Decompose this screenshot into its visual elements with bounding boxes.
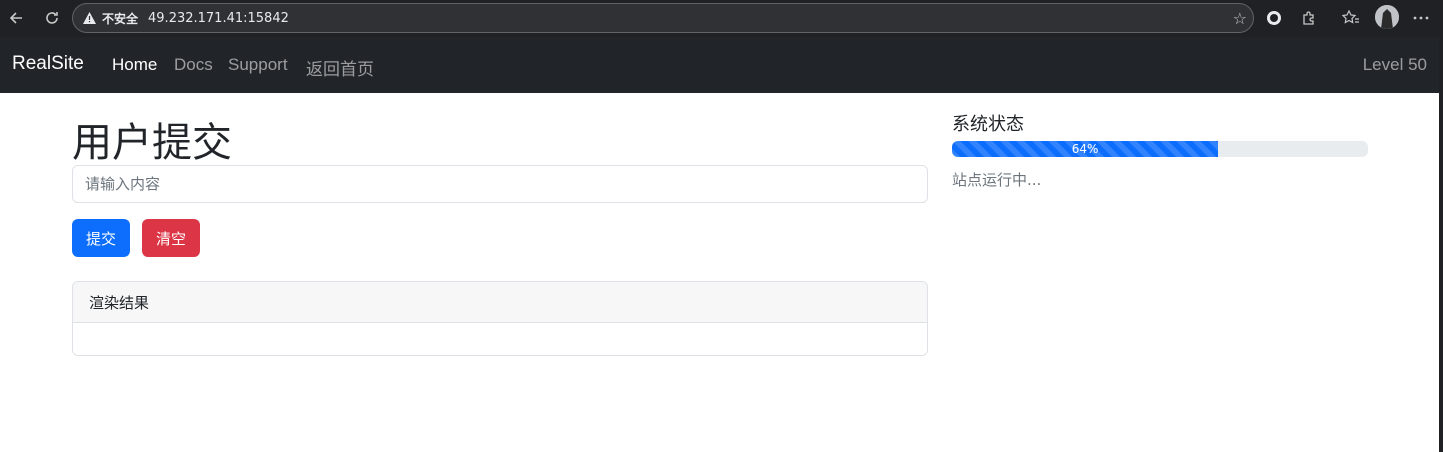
nav-link-docs[interactable]: Docs: [174, 55, 213, 75]
result-card-header: 渲染结果: [73, 282, 927, 323]
status-progress-bar: 64%: [952, 141, 1219, 157]
reload-icon[interactable]: [40, 6, 64, 30]
nav-link-home[interactable]: Home: [112, 55, 157, 75]
status-progress: 64%: [952, 141, 1368, 157]
site-status-text: 站点运行中...: [952, 171, 1042, 189]
more-menu-icon[interactable]: [1410, 7, 1432, 29]
site-navbar: RealSite Home Docs Support 返回首页 Level 50: [0, 37, 1439, 93]
result-card-body: [73, 323, 927, 355]
nav-link-back-home[interactable]: 返回首页: [306, 55, 374, 80]
level-indicator: Level 50: [1362, 55, 1427, 74]
star-icon[interactable]: ☆: [1233, 9, 1247, 28]
url-text: 49.232.171.41:15842: [148, 10, 289, 26]
system-status-title: 系统状态: [952, 114, 1024, 135]
address-bar[interactable]: 不安全 49.232.171.41:15842 ☆: [72, 3, 1254, 33]
result-card: 渲染结果: [72, 281, 928, 356]
puzzle-icon[interactable]: [1298, 7, 1320, 29]
submit-button[interactable]: 提交: [72, 219, 130, 257]
nav-link-support[interactable]: Support: [228, 55, 288, 75]
extension-record-icon[interactable]: [1263, 7, 1285, 29]
browser-toolbar: 不安全 49.232.171.41:15842 ☆: [0, 0, 1443, 37]
brand-logo[interactable]: RealSite: [12, 53, 84, 75]
page-title: 用户提交: [72, 120, 232, 166]
window-edge: [1439, 37, 1443, 452]
favorites-icon[interactable]: [1340, 7, 1362, 29]
back-icon[interactable]: [4, 6, 28, 30]
clear-button[interactable]: 清空: [142, 219, 200, 257]
content-input[interactable]: [72, 165, 928, 203]
warning-icon: [83, 12, 96, 25]
security-label: 不安全: [102, 11, 139, 26]
profile-avatar[interactable]: [1375, 5, 1399, 29]
